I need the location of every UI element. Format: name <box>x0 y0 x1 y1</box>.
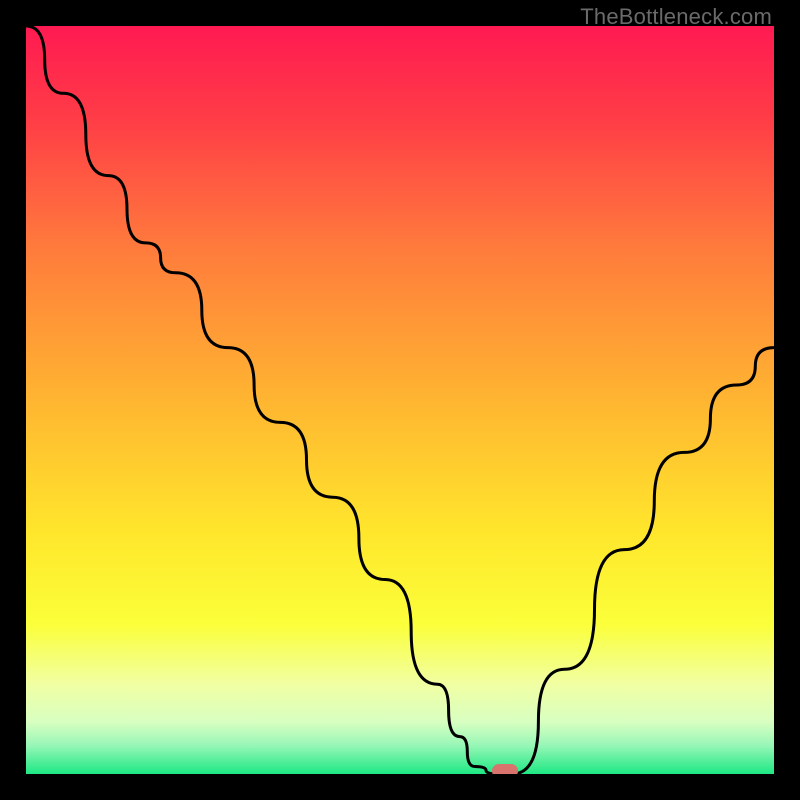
bottleneck-curve <box>26 26 774 774</box>
chart-container: TheBottleneck.com <box>0 0 800 800</box>
watermark-text: TheBottleneck.com <box>580 4 772 30</box>
optimal-point-marker <box>492 764 518 774</box>
plot-area <box>26 26 774 774</box>
